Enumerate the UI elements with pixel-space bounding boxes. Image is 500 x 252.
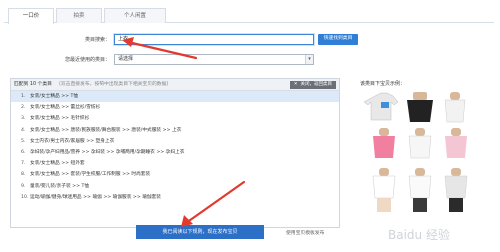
list-item-number: 5.	[21, 138, 26, 144]
list-item-text: 女装/女士精品 >> 套装/学生校服/工作制服 >> 时尚套装	[30, 172, 151, 178]
tab-bar: 一口价 拍卖 个人闲置	[0, 8, 500, 24]
list-item-text: 女装/女士精品 >> 短外套	[30, 161, 85, 167]
product-thumbnail[interactable]	[408, 168, 432, 212]
list-item-number: 2.	[21, 105, 26, 111]
tab-personal-idle[interactable]: 个人闲置	[104, 8, 166, 23]
tab-fixed-price[interactable]: 一口价	[8, 8, 54, 24]
recent-category-value: 请选择	[118, 56, 134, 62]
category-results-panel: 匹配到 10 个类目 (双击直接发布，按萄中出现类目下相关宝贝的数据) ✕ 关闭，…	[10, 78, 340, 228]
list-item[interactable]: 5. 女士内衣/男士内衣/家居服 >> 塑身上衣	[11, 136, 339, 147]
template-publish-link[interactable]: 使用宝贝模板发布	[286, 229, 324, 236]
product-thumbnail[interactable]	[372, 168, 396, 212]
example-product-images	[363, 92, 468, 212]
list-item-text: 女装/女士精品 >> 毛针织衫	[30, 116, 90, 122]
quick-find-category-button[interactable]: 快速找到类目	[318, 34, 358, 45]
close-icon: ✕	[293, 82, 298, 87]
category-search-label: 类目搜索：	[84, 37, 110, 43]
preview-title: 该类目下宝贝示例：	[360, 81, 406, 87]
list-item[interactable]: 10. 运动/瑜伽/健身/球迷用品 >> 瑜伽 >> 瑜伽服装 >> 瑜伽套装	[11, 192, 339, 203]
product-thumbnail[interactable]	[408, 128, 432, 159]
category-search-input[interactable]: 上衣	[114, 34, 314, 45]
list-item-text: 孕妇装/孕产妇用品/营养 >> 孕妇装 >> 孕哺两用/孕期睡衣 >> 孕妇上衣	[30, 149, 185, 155]
results-hint: (双击直接发布，按萄中出现类目下相关宝贝的数据)	[59, 82, 169, 87]
list-item-number: 8.	[21, 172, 26, 178]
product-thumbnail[interactable]	[407, 92, 433, 122]
product-thumbnail[interactable]	[445, 128, 467, 158]
list-item[interactable]: 1. 女装/女士精品 >> T恤	[11, 91, 339, 103]
list-item-number: 10.	[21, 194, 29, 200]
results-count: 匹配到 10 个类目	[14, 82, 52, 87]
recent-category-select[interactable]: 请选择 ▾	[114, 54, 314, 65]
chevron-down-icon[interactable]: ▾	[305, 55, 313, 64]
recent-category-label: 您最近使用的类目：	[64, 57, 110, 63]
close-results-button[interactable]: ✕ 关闭，返回类目	[289, 81, 336, 89]
list-item-text: 女装/女士精品 >> T恤	[30, 94, 79, 99]
list-item[interactable]: 6. 孕妇装/孕产妇用品/营养 >> 孕妇装 >> 孕哺两用/孕期睡衣 >> 孕妇…	[11, 147, 339, 158]
product-thumbnail[interactable]	[373, 128, 395, 158]
close-results-label: 关闭，返回类目	[300, 82, 333, 87]
category-list: 1. 女装/女士精品 >> T恤 2. 女装/女士精品 >> 蕾丝衫/雪纺衫 3. 女…	[11, 91, 339, 203]
list-item[interactable]: 9. 童装/婴儿装/亲子装 >> T恤	[11, 181, 339, 192]
list-item-number: 1.	[21, 94, 26, 99]
list-item-number: 3.	[21, 116, 26, 122]
list-item[interactable]: 4. 女装/女士精品 >> 唐装/民族服装/舞台服装 >> 唐装/中式服装 >> …	[11, 125, 339, 136]
list-item-text: 女士内衣/男士内衣/家居服 >> 塑身上衣	[30, 138, 115, 144]
product-thumbnail[interactable]	[363, 92, 399, 121]
list-item[interactable]: 3. 女装/女士精品 >> 毛针织衫	[11, 113, 339, 124]
tab-auction[interactable]: 拍卖	[56, 8, 102, 23]
list-item[interactable]: 7. 女装/女士精品 >> 短外套	[11, 158, 339, 169]
list-item-number: 7.	[21, 161, 26, 167]
list-item-number: 9.	[21, 183, 26, 189]
results-header: 匹配到 10 个类目 (双击直接发布，按萄中出现类目下相关宝贝的数据) ✕ 关闭，…	[11, 79, 339, 91]
list-item-number: 6.	[21, 149, 26, 155]
product-thumbnail[interactable]	[444, 168, 468, 212]
list-item-text: 童装/婴儿装/亲子装 >> T恤	[30, 183, 90, 189]
watermark: Baidu 经验	[388, 228, 450, 242]
list-item-text: 女装/女士精品 >> 唐装/民族服装/舞台服装 >> 唐装/中式服装 >> 上衣	[30, 127, 182, 133]
list-item-text: 运动/瑜伽/健身/球迷用品 >> 瑜伽 >> 瑜伽服装 >> 瑜伽套装	[30, 194, 161, 200]
list-item[interactable]: 8. 女装/女士精品 >> 套装/学生校服/工作制服 >> 时尚套装	[11, 169, 339, 180]
publish-product-button[interactable]: 我已阅读以下规则，现在发布宝贝	[136, 225, 264, 239]
list-item[interactable]: 2. 女装/女士精品 >> 蕾丝衫/雪纺衫	[11, 102, 339, 113]
product-thumbnail[interactable]	[444, 92, 466, 123]
list-item-number: 4.	[21, 127, 26, 133]
list-item-text: 女装/女士精品 >> 蕾丝衫/雪纺衫	[30, 105, 101, 111]
